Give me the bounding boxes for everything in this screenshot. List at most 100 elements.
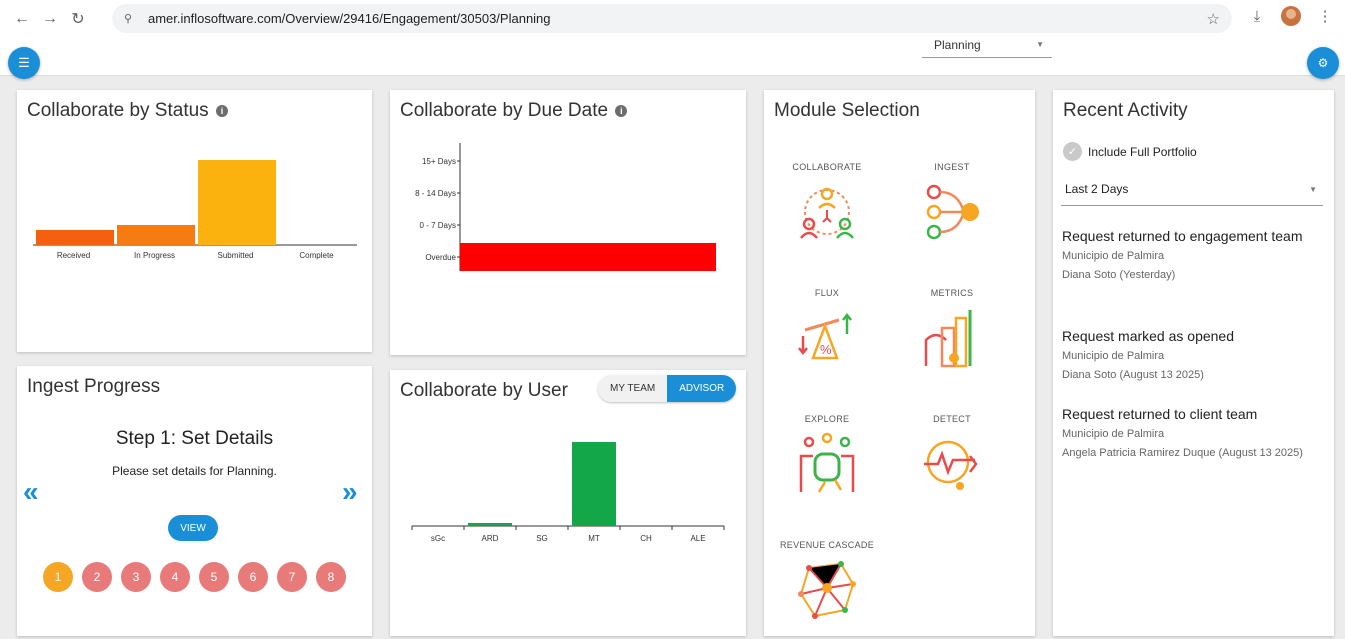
step-indicator[interactable]: 3 xyxy=(121,562,151,592)
app-header xyxy=(0,38,1345,76)
module-explore[interactable]: EXPLORE xyxy=(767,414,887,496)
module-label: METRICS xyxy=(930,288,974,298)
revenue-cascade-icon xyxy=(798,561,856,619)
step-title: Step 1: Set Details xyxy=(115,428,274,449)
phase-select-value: Planning xyxy=(934,38,981,52)
tick-label: Complete xyxy=(299,251,334,260)
tick-label: SG xyxy=(536,534,548,543)
chevron-double-right-icon[interactable]: » xyxy=(342,476,358,508)
module-collaborate[interactable]: COLLABORATE xyxy=(767,162,887,244)
tick-label: 8 - 14 Days xyxy=(415,189,456,198)
detect-icon xyxy=(924,440,978,490)
address-bar[interactable]: ⚲ amer.inflosoftware.com/Overview/29416/… xyxy=(112,4,1232,33)
activity-entity: Municipio de Palmira xyxy=(1062,250,1165,262)
percent-glyph: % xyxy=(820,342,832,357)
collaborate-user-title: Collaborate by User xyxy=(400,380,568,401)
module-revenue-cascade[interactable]: REVENUE CASCADE xyxy=(767,540,887,622)
collaborate-status-card: Collaborate by Status i Received In Progr… xyxy=(17,90,372,352)
url-text[interactable]: amer.inflosoftware.com/Overview/29416/En… xyxy=(148,11,551,26)
bar xyxy=(117,225,195,245)
arrow-left-icon[interactable]: ← xyxy=(8,5,36,33)
collaborate-icon xyxy=(800,187,854,239)
module-metrics[interactable]: METRICS xyxy=(892,288,1012,370)
activity-entity: Municipio de Palmira xyxy=(1062,350,1165,362)
tick-label: CH xyxy=(640,534,652,543)
activity-item: Request marked as opened Municipio de Pa… xyxy=(1062,326,1324,385)
advisor-option[interactable]: ADVISOR xyxy=(667,375,737,402)
step-indicator[interactable]: 5 xyxy=(199,562,229,592)
menu-button[interactable]: ☰ xyxy=(8,47,40,79)
ingest-progress-title: Ingest Progress xyxy=(27,376,161,397)
step-indicator[interactable]: 7 xyxy=(277,562,307,592)
tick-label: 15+ Days xyxy=(422,157,456,166)
flux-icon: % xyxy=(798,312,852,360)
bar xyxy=(36,230,114,245)
module-label: REVENUE CASCADE xyxy=(779,540,875,550)
step-indicator[interactable]: 2 xyxy=(82,562,112,592)
my-team-option[interactable]: MY TEAM xyxy=(598,375,668,402)
step-indicator[interactable]: 8 xyxy=(316,562,346,592)
module-label: FLUX xyxy=(814,288,840,298)
check-icon[interactable]: ✓ xyxy=(1063,142,1082,161)
card-title: Collaborate by User xyxy=(400,380,568,402)
tick-label: ARD xyxy=(482,534,499,543)
bar xyxy=(572,442,616,526)
module-detect[interactable]: DETECT xyxy=(892,414,1012,496)
phase-select[interactable]: Planning ▼ xyxy=(922,38,1052,58)
info-icon[interactable]: i xyxy=(615,104,628,117)
view-button[interactable]: VIEW xyxy=(168,515,218,541)
recent-activity-title: Recent Activity xyxy=(1063,100,1188,121)
site-info-icon[interactable]: ⚲ xyxy=(124,12,148,25)
include-portfolio-label: Include Full Portfolio xyxy=(1088,144,1197,159)
module-flux[interactable]: FLUX % xyxy=(767,288,887,370)
days-range-value: Last 2 Days xyxy=(1065,182,1129,196)
explore-icon xyxy=(799,432,855,493)
activity-user: Angela Patricia Ramirez Duque (August 13… xyxy=(1062,447,1303,459)
profile-avatar[interactable] xyxy=(1281,6,1301,26)
chevron-double-left-icon[interactable]: « xyxy=(23,476,39,508)
list-icon: ☰ xyxy=(18,55,30,70)
ingest-icon xyxy=(926,184,979,240)
status-chart: Received In Progress Submitted Complete xyxy=(33,160,357,260)
bar xyxy=(198,160,276,245)
settings-button[interactable]: ⚙ xyxy=(1307,47,1339,79)
tick-label: 0 - 7 Days xyxy=(420,221,456,230)
more-menu-icon[interactable]: ⋮ xyxy=(1315,7,1335,25)
tick-label: In Progress xyxy=(134,251,175,260)
team-toggle[interactable]: MY TEAM ADVISOR xyxy=(598,375,737,402)
activity-item: Request returned to engagement team Muni… xyxy=(1062,226,1324,285)
bar xyxy=(468,523,512,526)
info-icon[interactable]: i xyxy=(215,104,228,117)
include-portfolio-toggle[interactable]: ✓ Include Full Portfolio xyxy=(1063,142,1197,161)
reload-icon[interactable]: ↻ xyxy=(64,5,92,33)
step-indicators: 12345678 xyxy=(43,562,346,592)
step-description: Please set details for Planning. xyxy=(112,464,277,478)
activity-user: Diana Soto (August 13 2025) xyxy=(1062,369,1204,381)
step-indicator[interactable]: 6 xyxy=(238,562,268,592)
activity-title: Request returned to client team xyxy=(1062,406,1258,422)
activity-item: Request returned to client team Municipi… xyxy=(1062,404,1324,463)
card-title: Collaborate by Status i xyxy=(27,100,228,122)
module-ingest[interactable]: INGEST xyxy=(892,162,1012,244)
module-label: EXPLORE xyxy=(804,414,850,424)
module-label: COLLABORATE xyxy=(792,162,862,172)
days-range-select[interactable]: Last 2 Days ▼ xyxy=(1061,182,1323,206)
collaborate-duedate-card: Collaborate by Due Date i 15+ Days 8 - 14… xyxy=(390,90,746,355)
activity-entity: Municipio de Palmira xyxy=(1062,428,1165,440)
user-chart: sGc ARD SG MT CH ALE xyxy=(411,442,725,543)
metrics-icon xyxy=(924,310,972,368)
step-indicator[interactable]: 4 xyxy=(160,562,190,592)
activity-title: Request returned to engagement team xyxy=(1062,228,1303,244)
module-selection-card: Module Selection COLLABORATE INGEST FLUX xyxy=(764,90,1035,636)
step-indicator[interactable]: 1 xyxy=(43,562,73,592)
module-label: DETECT xyxy=(933,414,971,424)
module-selection-title: Module Selection xyxy=(774,100,920,121)
gear-icon: ⚙ xyxy=(1317,56,1329,70)
arrow-right-icon[interactable]: → xyxy=(36,5,64,33)
tick-label: sGc xyxy=(431,534,445,543)
collaborate-status-title: Collaborate by Status xyxy=(27,100,209,121)
download-icon[interactable]: ⤓ xyxy=(1247,8,1267,25)
activity-user: Diana Soto (Yesterday) xyxy=(1062,269,1176,281)
bookmark-star-icon[interactable]: ☆ xyxy=(1207,10,1220,28)
tick-label: Overdue xyxy=(425,253,456,262)
